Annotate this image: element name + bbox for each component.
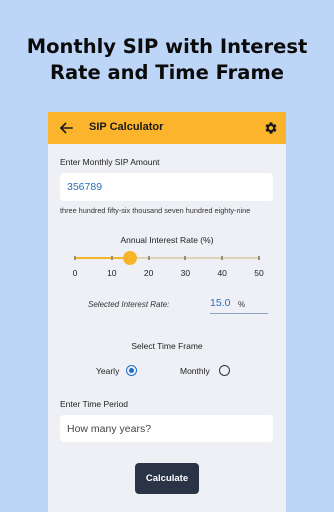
- app-bar: SIP Calculator: [48, 112, 286, 144]
- slider-track[interactable]: [75, 257, 259, 259]
- slider-tick-label: 10: [107, 268, 117, 278]
- time-period-label: Enter Time Period: [60, 399, 129, 409]
- time-period-input[interactable]: How many years?: [60, 415, 273, 442]
- slider-tick-label: 20: [143, 268, 154, 278]
- app-screen: SIP Calculator Enter Monthly SIP Amount …: [48, 112, 286, 512]
- sip-amount-label: Enter Monthly SIP Amount: [60, 157, 160, 167]
- slider-tick: [110, 256, 113, 260]
- slider-tick: [184, 256, 187, 260]
- time-frame-label: Select Time Frame: [131, 341, 203, 351]
- percent-unit: %: [238, 300, 246, 309]
- calculate-button[interactable]: Calculate: [135, 463, 199, 494]
- yearly-label: Yearly: [96, 366, 120, 376]
- sip-amount-in-words: three hundred fifty-six thousand seven h…: [60, 206, 251, 215]
- selected-rate-label: Selected Interest Rate:: [88, 300, 170, 309]
- slider-tick-label: 30: [180, 268, 191, 278]
- time-period-placeholder: How many years?: [67, 422, 152, 435]
- yearly-radio[interactable]: [126, 365, 137, 376]
- slider-thumb[interactable]: [123, 251, 138, 265]
- slider-tick-label: 40: [217, 268, 227, 278]
- promo-title-line1: Monthly SIP with Interest: [26, 35, 308, 58]
- app-bar-title: SIP Calculator: [89, 121, 164, 133]
- yearly-radio-dot: [129, 368, 134, 373]
- slider-tick-label: 0: [72, 268, 78, 278]
- promo-title-line2: Rate and Time Frame: [49, 61, 284, 84]
- interest-rate-label: Annual Interest Rate (%): [120, 235, 214, 245]
- slider-tick: [147, 256, 150, 260]
- sip-amount-value: 356789: [67, 181, 103, 193]
- slider-tick: [74, 256, 76, 260]
- gear-icon[interactable]: [264, 121, 278, 135]
- slider-tick: [221, 256, 224, 260]
- monthly-label: Monthly: [180, 366, 210, 376]
- slider-fill: [75, 257, 131, 259]
- slider-tick-label: 50: [254, 268, 264, 278]
- slider-tick: [258, 256, 260, 260]
- selected-rate-value: 15.0: [210, 297, 231, 309]
- monthly-radio[interactable]: [219, 365, 230, 376]
- sip-amount-input[interactable]: 356789: [60, 173, 273, 201]
- promo-title: Monthly SIP with Interest Rate and Time …: [0, 34, 334, 86]
- back-arrow-icon[interactable]: [59, 121, 73, 135]
